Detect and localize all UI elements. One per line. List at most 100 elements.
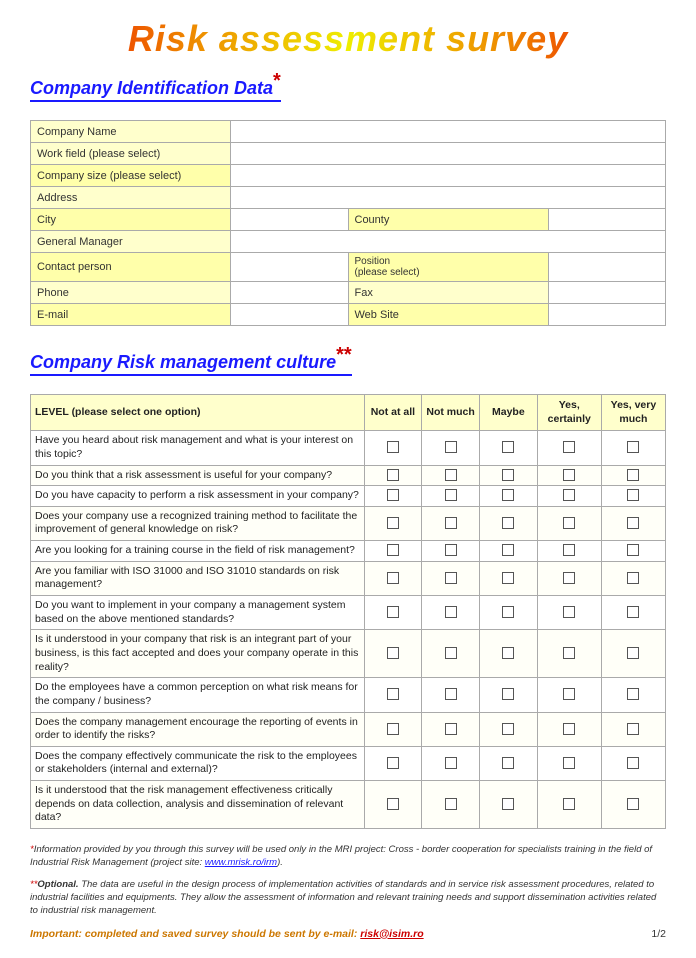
checkbox-cell[interactable] [601, 561, 665, 595]
checkbox-icon[interactable] [627, 517, 639, 529]
checkbox-icon[interactable] [502, 572, 514, 584]
checkbox-cell[interactable] [479, 431, 537, 465]
checkbox-cell[interactable] [422, 541, 480, 562]
checkbox-icon[interactable] [445, 517, 457, 529]
checkbox-cell[interactable] [479, 561, 537, 595]
checkbox-cell[interactable] [601, 712, 665, 746]
checkbox-cell[interactable] [364, 712, 422, 746]
checkbox-cell[interactable] [479, 746, 537, 780]
checkbox-cell[interactable] [364, 746, 422, 780]
checkbox-cell[interactable] [479, 781, 537, 829]
checkbox-icon[interactable] [445, 757, 457, 769]
checkbox-cell[interactable] [364, 561, 422, 595]
checkbox-icon[interactable] [387, 757, 399, 769]
value-company-name[interactable] [231, 121, 666, 143]
checkbox-icon[interactable] [387, 688, 399, 700]
checkbox-icon[interactable] [387, 469, 399, 481]
checkbox-cell[interactable] [422, 431, 480, 465]
checkbox-icon[interactable] [502, 517, 514, 529]
checkbox-cell[interactable] [422, 746, 480, 780]
checkbox-cell[interactable] [601, 541, 665, 562]
checkbox-icon[interactable] [502, 723, 514, 735]
checkbox-cell[interactable] [537, 596, 601, 630]
checkbox-icon[interactable] [627, 572, 639, 584]
checkbox-icon[interactable] [563, 798, 575, 810]
checkbox-cell[interactable] [364, 541, 422, 562]
checkbox-cell[interactable] [601, 431, 665, 465]
checkbox-cell[interactable] [601, 630, 665, 678]
checkbox-icon[interactable] [502, 798, 514, 810]
checkbox-icon[interactable] [627, 757, 639, 769]
value-county[interactable] [548, 209, 666, 231]
value-company-size[interactable] [231, 165, 666, 187]
checkbox-cell[interactable] [364, 678, 422, 712]
checkbox-icon[interactable] [445, 441, 457, 453]
checkbox-icon[interactable] [502, 757, 514, 769]
checkbox-icon[interactable] [627, 688, 639, 700]
value-position[interactable] [548, 253, 666, 282]
checkbox-icon[interactable] [563, 517, 575, 529]
checkbox-icon[interactable] [502, 489, 514, 501]
value-general-manager[interactable] [231, 231, 666, 253]
checkbox-cell[interactable] [364, 781, 422, 829]
checkbox-icon[interactable] [563, 469, 575, 481]
checkbox-cell[interactable] [479, 486, 537, 507]
checkbox-icon[interactable] [445, 647, 457, 659]
checkbox-cell[interactable] [422, 781, 480, 829]
checkbox-cell[interactable] [601, 596, 665, 630]
checkbox-cell[interactable] [479, 465, 537, 486]
checkbox-cell[interactable] [537, 746, 601, 780]
checkbox-icon[interactable] [502, 606, 514, 618]
checkbox-icon[interactable] [445, 606, 457, 618]
checkbox-cell[interactable] [479, 712, 537, 746]
checkbox-cell[interactable] [601, 486, 665, 507]
checkbox-cell[interactable] [479, 506, 537, 540]
checkbox-icon[interactable] [445, 798, 457, 810]
checkbox-icon[interactable] [563, 441, 575, 453]
checkbox-cell[interactable] [479, 678, 537, 712]
checkbox-cell[interactable] [537, 712, 601, 746]
checkbox-cell[interactable] [601, 465, 665, 486]
checkbox-cell[interactable] [537, 630, 601, 678]
checkbox-icon[interactable] [627, 606, 639, 618]
checkbox-icon[interactable] [387, 606, 399, 618]
checkbox-icon[interactable] [627, 544, 639, 556]
checkbox-icon[interactable] [502, 544, 514, 556]
checkbox-icon[interactable] [627, 441, 639, 453]
checkbox-cell[interactable] [422, 486, 480, 507]
checkbox-cell[interactable] [479, 596, 537, 630]
checkbox-cell[interactable] [601, 781, 665, 829]
checkbox-icon[interactable] [563, 606, 575, 618]
checkbox-icon[interactable] [563, 757, 575, 769]
checkbox-cell[interactable] [422, 596, 480, 630]
checkbox-icon[interactable] [627, 723, 639, 735]
value-contact-person[interactable] [231, 253, 349, 282]
checkbox-icon[interactable] [502, 469, 514, 481]
value-email[interactable] [231, 304, 349, 326]
checkbox-icon[interactable] [502, 647, 514, 659]
checkbox-icon[interactable] [387, 489, 399, 501]
value-website[interactable] [548, 304, 666, 326]
value-work-field[interactable] [231, 143, 666, 165]
checkbox-cell[interactable] [537, 678, 601, 712]
checkbox-cell[interactable] [537, 781, 601, 829]
checkbox-icon[interactable] [445, 572, 457, 584]
checkbox-icon[interactable] [387, 647, 399, 659]
checkbox-icon[interactable] [627, 647, 639, 659]
checkbox-cell[interactable] [601, 678, 665, 712]
checkbox-cell[interactable] [537, 541, 601, 562]
checkbox-cell[interactable] [364, 630, 422, 678]
checkbox-icon[interactable] [627, 469, 639, 481]
checkbox-icon[interactable] [563, 489, 575, 501]
checkbox-icon[interactable] [445, 469, 457, 481]
checkbox-cell[interactable] [479, 541, 537, 562]
checkbox-cell[interactable] [479, 630, 537, 678]
checkbox-icon[interactable] [387, 544, 399, 556]
checkbox-icon[interactable] [387, 798, 399, 810]
footer-email[interactable]: risk@isim.ro [360, 928, 423, 940]
checkbox-cell[interactable] [422, 561, 480, 595]
checkbox-cell[interactable] [422, 630, 480, 678]
checkbox-cell[interactable] [364, 596, 422, 630]
checkbox-icon[interactable] [563, 723, 575, 735]
checkbox-icon[interactable] [563, 688, 575, 700]
